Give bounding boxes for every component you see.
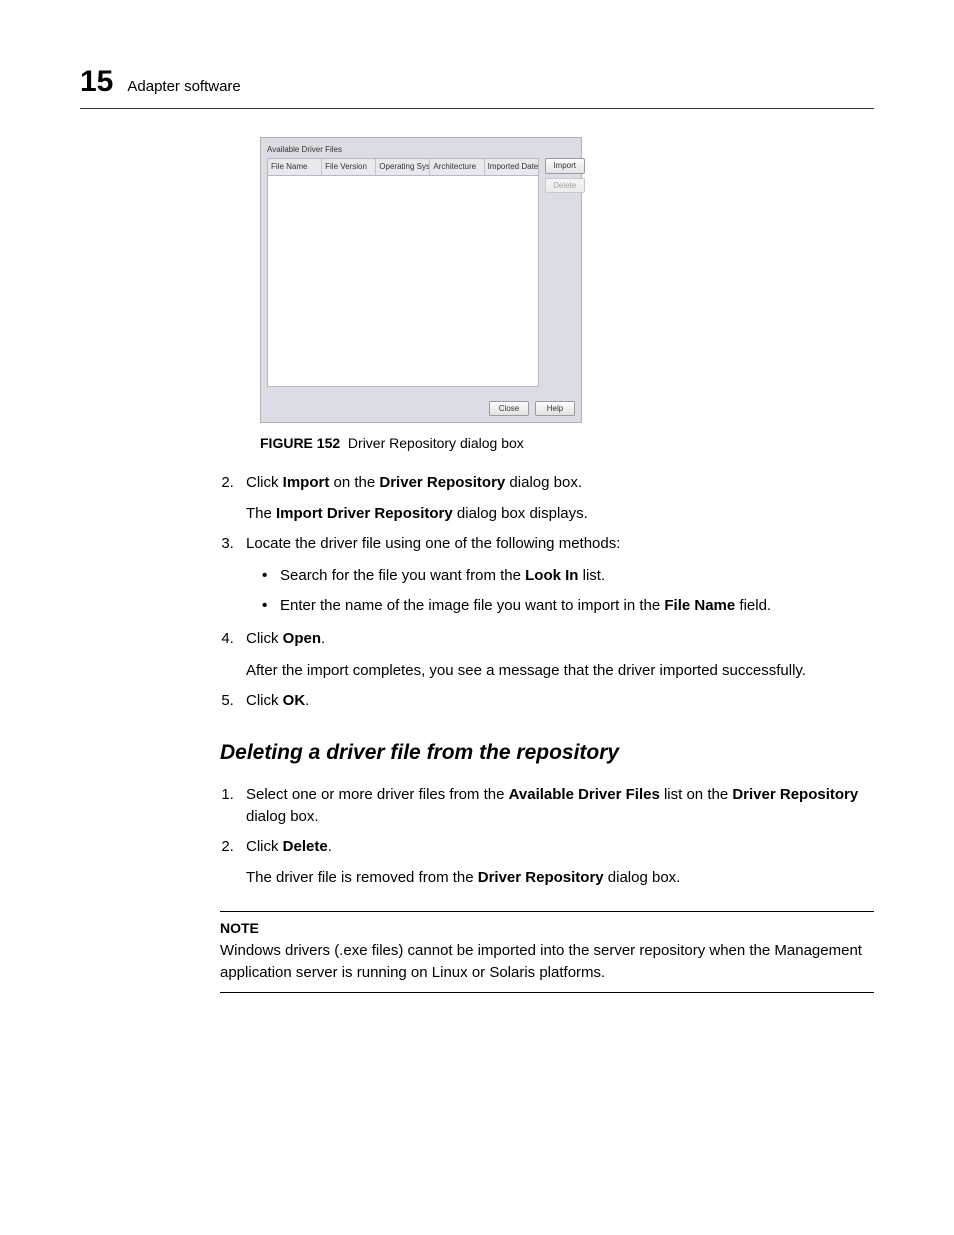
driver-repository-label: Driver Repository — [478, 869, 604, 886]
delete-button: Delete — [545, 178, 585, 194]
step-3: Locate the driver file using one of the … — [238, 533, 874, 616]
look-in-label: Look In — [525, 567, 578, 584]
figure-text: Driver Repository dialog box — [348, 435, 524, 451]
figure-caption: FIGURE 152 Driver Repository dialog box — [260, 433, 874, 453]
del-step-2-body: The driver file is removed from the Driv… — [246, 867, 874, 889]
section-heading: Deleting a driver file from the reposito… — [220, 738, 874, 768]
col-file-name[interactable]: File Name — [268, 159, 322, 175]
available-driver-files-label: Available Driver Files — [509, 786, 660, 803]
close-button[interactable]: Close — [489, 401, 529, 417]
import-button[interactable]: Import — [545, 158, 585, 174]
ok-label: OK — [283, 692, 306, 709]
text: field. — [735, 597, 771, 614]
step-5: Click OK. — [238, 690, 874, 712]
text: dialog box displays. — [453, 505, 588, 522]
figure-label: FIGURE 152 — [260, 435, 340, 451]
text: Click — [246, 692, 283, 709]
bullet-2: Enter the name of the image file you wan… — [280, 595, 874, 617]
delete-label: Delete — [283, 838, 328, 855]
delete-steps: Select one or more driver files from the… — [220, 784, 874, 889]
col-imported-date[interactable]: Imported Date — [485, 159, 538, 175]
table-header: File Name File Version Operating System … — [267, 158, 539, 175]
driver-repository-dialog: Available Driver Files File Name File Ve… — [260, 137, 582, 424]
step-2-body: The Import Driver Repository dialog box … — [246, 503, 874, 525]
help-button[interactable]: Help — [535, 401, 575, 417]
text: Select one or more driver files from the — [246, 786, 509, 803]
table-body-empty[interactable] — [267, 175, 539, 387]
text: Locate the driver file using one of the … — [246, 535, 620, 552]
note-body: Windows drivers (.exe files) cannot be i… — [220, 940, 874, 984]
col-architecture[interactable]: Architecture — [430, 159, 484, 175]
step-4-body: After the import completes, you see a me… — [246, 660, 874, 682]
text: list on the — [660, 786, 733, 803]
text: . — [328, 838, 332, 855]
text: . — [305, 692, 309, 709]
del-step-2: Click Delete. The driver file is removed… — [238, 836, 874, 890]
text: Search for the file you want from the — [280, 567, 525, 584]
col-operating-system[interactable]: Operating System — [376, 159, 430, 175]
bullet-1: Search for the file you want from the Lo… — [280, 565, 874, 587]
text: The — [246, 505, 276, 522]
dialog-group-label: Available Driver Files — [267, 144, 575, 156]
text: Enter the name of the image file you wan… — [280, 597, 664, 614]
driver-repository-label: Driver Repository — [732, 786, 858, 803]
driver-repository-label: Driver Repository — [379, 474, 505, 491]
page: 15 Adapter software Available Driver Fil… — [0, 0, 954, 1235]
available-files-table: File Name File Version Operating System … — [267, 158, 539, 387]
import-steps: Click Import on the Driver Repository di… — [220, 472, 874, 712]
file-name-label: File Name — [664, 597, 735, 614]
step-3-bullets: Search for the file you want from the Lo… — [246, 565, 874, 617]
text: list. — [578, 567, 605, 584]
chapter-title: Adapter software — [127, 76, 240, 98]
text: Click — [246, 838, 283, 855]
del-step-1: Select one or more driver files from the… — [238, 784, 874, 828]
open-label: Open — [283, 630, 321, 647]
import-driver-repo-label: Import Driver Repository — [276, 505, 453, 522]
page-header: 15 Adapter software — [80, 60, 874, 109]
step-2: Click Import on the Driver Repository di… — [238, 472, 874, 526]
chapter-number: 15 — [80, 60, 113, 104]
col-file-version[interactable]: File Version — [322, 159, 376, 175]
note-block: NOTE Windows drivers (.exe files) cannot… — [220, 911, 874, 993]
text: dialog box. — [505, 474, 582, 491]
text: dialog box. — [604, 869, 681, 886]
page-content: Available Driver Files File Name File Ve… — [80, 137, 874, 993]
import-label: Import — [283, 474, 330, 491]
text: . — [321, 630, 325, 647]
text: on the — [329, 474, 379, 491]
note-title: NOTE — [220, 918, 874, 938]
text: dialog box. — [246, 808, 319, 825]
step-4: Click Open. After the import completes, … — [238, 628, 874, 682]
text: Click — [246, 630, 283, 647]
text: The driver file is removed from the — [246, 869, 478, 886]
text: Click — [246, 474, 283, 491]
